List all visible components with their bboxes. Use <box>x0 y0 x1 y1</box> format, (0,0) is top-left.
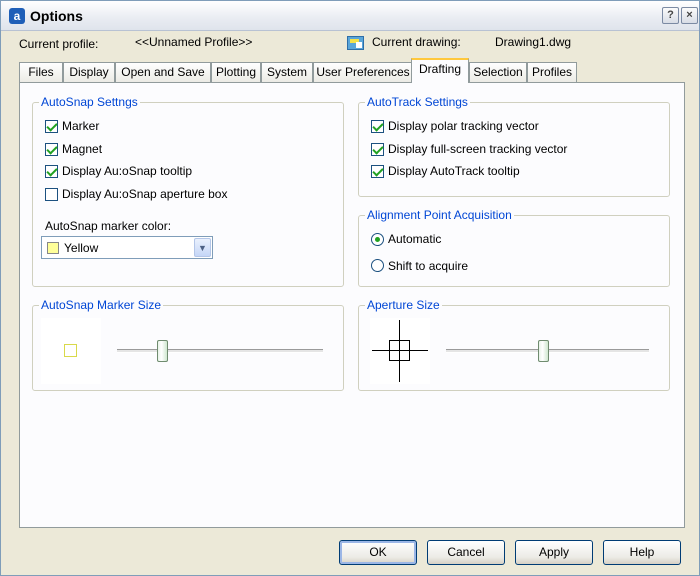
shift-to-acquire-radio[interactable] <box>371 259 384 272</box>
automatic-label: Automatic <box>388 232 442 246</box>
marker-size-title: AutoSnap Marker Size <box>39 298 164 312</box>
marker-color-label: AutoSnap marker color: <box>45 219 172 233</box>
drawing-icon <box>347 36 364 50</box>
tab-plotting[interactable]: Plotting <box>211 62 261 82</box>
apply-button[interactable]: Apply <box>515 540 593 565</box>
autotrack-settings-title: AutoTrack Settings <box>365 95 470 109</box>
app-icon: a <box>9 8 25 24</box>
ok-button[interactable]: OK <box>339 540 417 565</box>
marker-color-select[interactable]: Yellow ▼ <box>41 236 213 259</box>
polar-tracking-checkbox[interactable] <box>371 120 384 133</box>
magnet-label: Magnet <box>62 142 103 156</box>
tab-user-preferences[interactable]: User Preferences <box>313 62 413 82</box>
automatic-radio[interactable] <box>371 233 384 246</box>
cancel-button[interactable]: Cancel <box>427 540 505 565</box>
alignment-point-title: Alignment Point Acquisition <box>365 208 514 222</box>
marker-size-slider-thumb[interactable] <box>157 340 169 362</box>
marker-label: Marker <box>62 119 100 133</box>
current-profile-label: Current profile: <box>19 37 99 51</box>
fullscreen-tracking-checkbox[interactable] <box>371 143 384 156</box>
aperture-size-slider-thumb[interactable] <box>538 340 550 362</box>
marker-color-value: Yellow <box>64 241 99 255</box>
current-drawing-label: Current drawing: <box>372 35 461 49</box>
aperture-box-checkbox[interactable] <box>45 188 58 201</box>
help-button[interactable]: Help <box>603 540 681 565</box>
fullscreen-tracking-label: Display full-screen tracking vector <box>388 142 568 156</box>
help-title-button[interactable]: ? <box>662 7 679 24</box>
tab-drafting[interactable]: Drafting <box>411 58 469 83</box>
autosnap-settings-title: AutoSnap Settngs <box>39 95 140 109</box>
current-profile-value: <<Unnamed Profile>> <box>135 35 253 49</box>
aperture-box <box>389 340 410 361</box>
alignment-point-group: Alignment Point Acquisition <box>358 208 670 287</box>
aperture-size-title: Aperture Size <box>365 298 442 312</box>
options-dialog: a Options ? × Current profile: <<Unnamed… <box>0 0 700 576</box>
tab-system[interactable]: System <box>261 62 313 82</box>
aperture-preview <box>370 318 430 384</box>
tab-files[interactable]: Files <box>19 62 63 82</box>
autosnap-tooltip-label: Display Au:oSnap tooltip <box>62 164 193 178</box>
autotrack-tooltip-checkbox[interactable] <box>371 165 384 178</box>
chevron-down-icon[interactable]: ▼ <box>194 238 211 257</box>
marker-square <box>64 344 77 357</box>
magnet-checkbox[interactable] <box>45 143 58 156</box>
tab-selection[interactable]: Selection <box>469 62 527 82</box>
polar-tracking-label: Display polar tracking vector <box>388 119 539 133</box>
marker-preview <box>41 318 101 384</box>
autosnap-tooltip-checkbox[interactable] <box>45 165 58 178</box>
tab-profiles[interactable]: Profiles <box>527 62 577 82</box>
autotrack-tooltip-label: Display AutoTrack tooltip <box>388 164 520 178</box>
color-swatch <box>47 242 59 254</box>
close-button[interactable]: × <box>681 7 698 24</box>
shift-to-acquire-label: Shift to acquire <box>388 259 469 273</box>
aperture-box-label: Display Au:oSnap aperture box <box>62 187 228 201</box>
current-drawing-value: Drawing1.dwg <box>495 35 572 49</box>
tab-open-and-save[interactable]: Open and Save <box>115 62 211 82</box>
window-title: Options <box>30 8 83 24</box>
marker-size-track[interactable] <box>117 349 323 353</box>
title-bar[interactable]: a Options ? × <box>1 1 699 31</box>
marker-checkbox[interactable] <box>45 120 58 133</box>
tab-display[interactable]: Display <box>63 62 115 82</box>
tab-strip: Files Display Open and Save Plotting Sys… <box>19 58 689 83</box>
